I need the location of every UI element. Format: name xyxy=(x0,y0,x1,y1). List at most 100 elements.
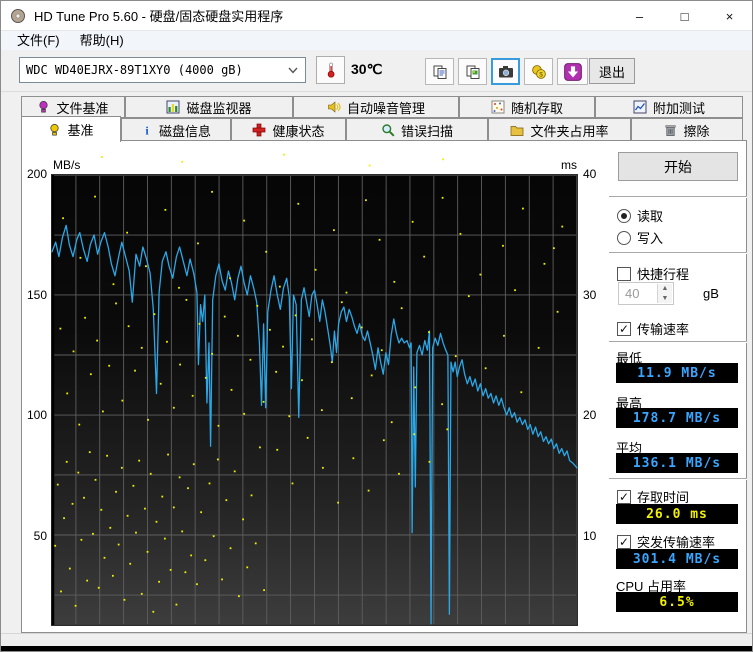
temperature-button[interactable] xyxy=(316,56,345,84)
download-button[interactable] xyxy=(557,58,588,85)
copy-text-icon xyxy=(433,65,446,79)
short-stroke-unit: gB xyxy=(703,286,719,301)
tab-strip-upper: 文件基准 磁盘监视器 自动噪音管理 随机存取 附加测试 xyxy=(21,96,743,118)
tab-disk-monitor[interactable]: 磁盘监视器 xyxy=(125,96,293,118)
transfer-rate-row[interactable]: ✓ 传输速率 xyxy=(617,319,689,338)
right-axis-tick: 40 xyxy=(583,167,597,181)
svg-text:$: $ xyxy=(539,71,543,78)
gold-coins-icon: $ xyxy=(531,64,546,79)
svg-text:i: i xyxy=(145,123,149,137)
tab-strip-lower: 基准 i 磁盘信息 健康状态 错误扫描 文件夹占用率 擦除 xyxy=(21,116,743,142)
tab-label: 磁盘监视器 xyxy=(186,100,252,116)
right-axis-tick: 30 xyxy=(583,287,597,302)
spinner-arrows[interactable]: ▲ ▼ xyxy=(657,284,672,303)
tab-label: 附加测试 xyxy=(652,100,705,116)
purple-down-arrow-icon xyxy=(563,62,582,81)
read-radio[interactable] xyxy=(617,208,631,223)
exit-button[interactable]: 退出 xyxy=(589,58,635,84)
maximize-button[interactable]: □ xyxy=(662,1,707,31)
spinner-up-icon: ▲ xyxy=(658,284,672,294)
short-stroke-label: 快捷行程 xyxy=(637,267,690,282)
short-stroke-row[interactable]: 快捷行程 xyxy=(617,264,689,283)
chevron-down-icon xyxy=(288,67,298,74)
tab-label: 文件基准 xyxy=(56,100,109,116)
tab-label: 自动噪音管理 xyxy=(346,100,425,116)
menu-file[interactable]: 文件(F) xyxy=(7,31,70,50)
toolbar: WDC WD40EJRX-89T1XY0 (4000 gB) 30℃ $ 退出 xyxy=(1,50,752,92)
left-axis-tick: 100 xyxy=(26,408,47,423)
temperature-value: 30℃ xyxy=(351,61,383,77)
menu-help[interactable]: 帮助(H) xyxy=(70,31,134,50)
min-value-lcd: 11.9 MB/s xyxy=(616,363,738,383)
right-axis-unit: ms xyxy=(561,158,577,172)
tab-label: 擦除 xyxy=(683,123,710,139)
tab-label: 基准 xyxy=(67,123,94,138)
title-bar: HD Tune Pro 5.60 - 硬盘/固态硬盘实用程序 – □ × xyxy=(1,1,752,31)
scatter-dots-icon xyxy=(491,100,505,114)
spinner-down-icon: ▼ xyxy=(658,293,672,303)
save-results-button[interactable]: $ xyxy=(524,58,553,85)
app-disk-icon xyxy=(11,8,25,23)
close-button[interactable]: × xyxy=(707,1,752,31)
burst-rate-checkbox[interactable]: ✓ xyxy=(617,534,631,549)
bar-chart-icon xyxy=(166,100,180,114)
tab-file-benchmark[interactable]: 文件基准 xyxy=(21,96,125,118)
transfer-rate-checkbox[interactable]: ✓ xyxy=(617,321,631,336)
tab-folder-usage[interactable]: 文件夹占用率 xyxy=(488,118,631,141)
window-title: HD Tune Pro 5.60 - 硬盘/固态硬盘实用程序 xyxy=(34,9,284,24)
short-stroke-checkbox[interactable] xyxy=(617,266,631,281)
bottom-bar xyxy=(1,646,752,651)
benchmark-plot xyxy=(51,153,578,626)
copy-image-icon xyxy=(466,65,479,79)
file-benchmark-bulb-icon xyxy=(39,101,49,113)
minimize-button[interactable]: – xyxy=(617,1,662,31)
tab-label: 随机存取 xyxy=(510,100,563,116)
benchmark-bulb-icon xyxy=(50,123,60,135)
benchmark-plot-svg xyxy=(51,153,578,625)
cpu-usage-lcd: 6.5% xyxy=(616,592,738,612)
burst-rate-lcd: 301.4 MB/s xyxy=(616,549,738,569)
trash-icon xyxy=(665,125,677,136)
access-time-lcd: 26.0 ms xyxy=(616,504,738,524)
left-axis-unit: MB/s xyxy=(53,158,81,172)
tab-random-access[interactable]: 随机存取 xyxy=(459,96,595,118)
health-cross-icon xyxy=(253,123,266,137)
camera-icon xyxy=(498,65,513,77)
menu-bar: 文件(F) 帮助(H) xyxy=(1,31,752,50)
thermometer-icon xyxy=(327,62,334,78)
line-chart-icon xyxy=(633,100,647,114)
separator xyxy=(609,478,747,480)
right-axis-tick: 10 xyxy=(583,528,597,543)
left-axis-tick: 200 xyxy=(26,167,47,181)
left-axis-tick: 150 xyxy=(26,287,47,302)
copy-image-button[interactable] xyxy=(458,58,487,85)
info-icon: i xyxy=(145,123,149,137)
access-time-checkbox[interactable]: ✓ xyxy=(617,489,631,504)
tab-label: 磁盘信息 xyxy=(158,123,211,139)
separator xyxy=(609,196,747,198)
separator xyxy=(609,341,747,343)
avg-value-lcd: 136.1 MB/s xyxy=(616,453,738,473)
right-axis-labels: 40 30 20 10 xyxy=(583,167,617,626)
drive-select[interactable]: WDC WD40EJRX-89T1XY0 (4000 gB) xyxy=(19,57,306,83)
write-radio[interactable] xyxy=(617,230,631,245)
short-stroke-size-value: 40 xyxy=(625,286,640,301)
start-button[interactable]: 开始 xyxy=(618,152,738,181)
tab-error-scan[interactable]: 错误扫描 xyxy=(346,118,488,141)
transfer-rate-label: 传输速率 xyxy=(637,322,690,337)
copy-text-button[interactable] xyxy=(425,58,454,85)
tab-label: 健康状态 xyxy=(272,123,325,139)
tab-erase[interactable]: 擦除 xyxy=(631,118,743,141)
short-stroke-size-spinner[interactable]: 40 ▲ ▼ xyxy=(618,282,674,305)
screenshot-button[interactable] xyxy=(491,58,520,85)
left-axis-tick: 50 xyxy=(33,528,47,543)
read-radio-row[interactable]: 读取 xyxy=(617,206,663,225)
tab-benchmark-active[interactable]: 基准 xyxy=(21,116,121,142)
tab-auto-acoustic[interactable]: 自动噪音管理 xyxy=(293,96,459,118)
tab-health[interactable]: 健康状态 xyxy=(231,118,346,141)
write-radio-row[interactable]: 写入 xyxy=(617,228,663,247)
right-axis-tick: 20 xyxy=(583,408,597,423)
hd-tune-window: HD Tune Pro 5.60 - 硬盘/固态硬盘实用程序 – □ × 文件(… xyxy=(0,0,753,652)
tab-disk-info[interactable]: i 磁盘信息 xyxy=(121,118,231,141)
tab-extra-tests[interactable]: 附加测试 xyxy=(595,96,743,118)
